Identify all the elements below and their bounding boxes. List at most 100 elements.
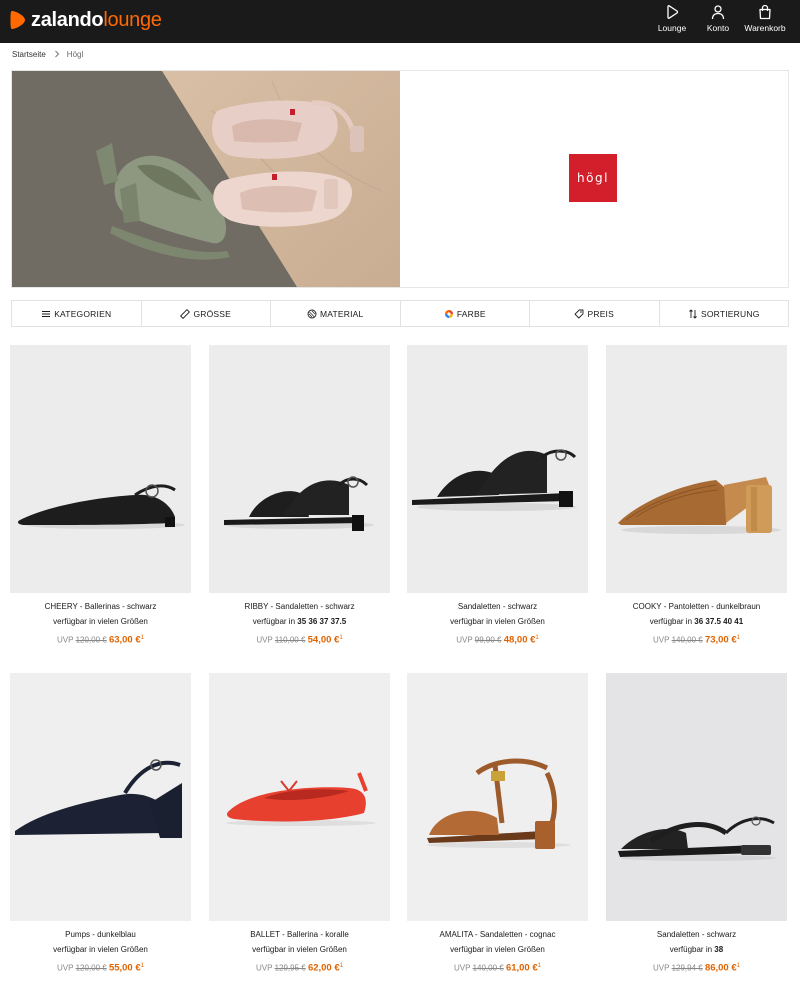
old-price: 129,95 € (274, 963, 306, 973)
filter-bar: KATEGORIEN GRÖSSE MATERIAL FARBE PREIS S… (11, 300, 789, 327)
product-availability: verfügbar in 35 36 37 37.5 (209, 616, 390, 627)
ballerina-slingback-illustration (17, 484, 185, 529)
zalando-lounge-logo[interactable]: zalando lounge (10, 8, 162, 32)
product-image[interactable] (209, 345, 390, 593)
price-footnote: 1 (140, 963, 144, 969)
sandal-illustration (412, 449, 577, 511)
sale-price: 86,00 € (704, 962, 737, 974)
sort-icon (689, 308, 697, 319)
old-price: 99,90 € (474, 635, 502, 645)
product-card[interactable]: COOKY - Pantoletten - dunkelbraun verfüg… (606, 345, 787, 646)
sale-price: 55,00 € (108, 962, 141, 974)
uvp-label: UVP (57, 635, 74, 645)
product-availability: verfügbar in vielen Größen (10, 616, 191, 627)
sale-price: 63,00 € (108, 634, 141, 646)
product-card[interactable]: Sandaletten - schwarz verfügbar in 38 UV… (606, 673, 787, 974)
price-footnote: 1 (140, 635, 144, 641)
play-icon (667, 5, 679, 19)
menu-icon (42, 310, 51, 317)
product-availability: verfügbar in 38 (606, 944, 787, 955)
product-card[interactable]: Sandaletten - schwarz verfügbar in viele… (407, 345, 588, 646)
brand-banner: högl (11, 70, 789, 288)
uvp-label: UVP (57, 963, 74, 973)
product-card[interactable]: Pumps - dunkelblau verfügbar in vielen G… (10, 673, 191, 974)
product-name: BALLET - Ballerina - koralle (250, 930, 349, 939)
product-name: Sandaletten - schwarz (656, 930, 737, 939)
old-price: 129,94 € (671, 963, 703, 973)
zalando-logo-icon (10, 11, 25, 29)
product-name: AMALITA - Sandaletten - cognac (439, 930, 556, 939)
product-price: UVP 110,00 € 54,00 €1 (209, 632, 390, 646)
filter-preis-label: PREIS (587, 308, 614, 319)
product-image[interactable] (606, 345, 787, 593)
product-image[interactable] (10, 345, 191, 593)
old-price: 140,00 € (472, 963, 504, 973)
cognac-sandal-illustration (427, 758, 571, 849)
product-price: UVP 99,90 € 48,00 €1 (407, 632, 588, 646)
product-name: Pumps - dunkelblau (65, 930, 136, 939)
user-icon (711, 5, 725, 20)
ruler-icon (180, 308, 191, 319)
nav-konto[interactable]: Konto (703, 4, 733, 33)
product-image[interactable] (10, 673, 191, 921)
filter-material[interactable]: MATERIAL (270, 301, 400, 326)
product-card[interactable]: RIBBY - Sandaletten - schwarz verfügbar … (209, 345, 390, 646)
material-icon (307, 309, 317, 318)
price-footnote: 1 (736, 963, 740, 969)
brand-logo-panel: högl (400, 71, 788, 287)
available-sizes: 38 (714, 945, 724, 954)
product-price: UVP 129,95 € 62,00 €1 (209, 960, 390, 974)
filter-sortierung[interactable]: SORTIERUNG (658, 301, 789, 326)
product-card[interactable]: BALLET - Ballerina - koralle verfügbar i… (209, 673, 390, 974)
filter-kategorien-label: KATEGORIEN (54, 308, 112, 319)
filter-farbe[interactable]: FARBE (399, 301, 530, 326)
banner-shoes-photo (12, 71, 400, 287)
filter-preis[interactable]: PREIS (529, 301, 659, 326)
black-flat-sandal-illustration (618, 816, 776, 861)
product-name: CHEERY - Ballerinas - schwarz (44, 602, 157, 611)
product-availability: verfügbar in vielen Größen (10, 944, 191, 955)
hoegl-brand-logo[interactable]: högl (569, 154, 617, 202)
sale-price: 54,00 € (307, 634, 340, 646)
product-card[interactable]: CHEERY - Ballerinas - schwarz verfügbar … (10, 345, 191, 646)
product-name: RIBBY - Sandaletten - schwarz (244, 602, 355, 611)
filter-groesse[interactable]: GRÖSSE (140, 301, 271, 326)
product-image[interactable] (407, 673, 588, 921)
product-price: UVP 120,00 € 55,00 €1 (10, 960, 191, 974)
old-price: 120,00 € (75, 635, 107, 645)
product-price: UVP 120,00 € 63,00 €1 (10, 632, 191, 646)
price-footnote: 1 (537, 963, 541, 969)
availability-text: verfügbar in vielen Größen (53, 945, 148, 954)
product-image[interactable] (209, 673, 390, 921)
nav-lounge[interactable]: Lounge (655, 4, 689, 33)
product-image[interactable] (407, 345, 588, 593)
product-card[interactable]: AMALITA - Sandaletten - cognac verfügbar… (407, 673, 588, 974)
available-sizes: 36 37.5 40 41 (694, 617, 744, 626)
coral-ballerina-illustration (226, 772, 376, 826)
availability-text: verfügbar in (649, 617, 693, 626)
uvp-label: UVP (256, 635, 273, 645)
chevron-right-icon (54, 50, 60, 58)
product-availability: verfügbar in vielen Größen (407, 944, 588, 955)
uvp-label: UVP (454, 963, 471, 973)
breadcrumb: Startseite Högl (12, 48, 83, 60)
uvp-label: UVP (256, 963, 273, 973)
product-price: UVP 140,00 € 73,00 €1 (606, 632, 787, 646)
sale-price: 48,00 € (503, 634, 536, 646)
bag-icon (759, 4, 771, 20)
product-image[interactable] (606, 673, 787, 921)
sandal-illustration (224, 476, 374, 531)
uvp-label: UVP (653, 635, 670, 645)
banner-photo-illustration (12, 71, 400, 287)
brand-logo-text: högl (577, 171, 609, 185)
breadcrumb-home-link[interactable]: Startseite (12, 50, 46, 59)
woven-mule-illustration (618, 477, 781, 534)
filter-kategorien[interactable]: KATEGORIEN (12, 301, 141, 326)
availability-text: verfügbar in (252, 617, 296, 626)
availability-text: verfügbar in vielen Größen (450, 617, 545, 626)
nav-warenkorb[interactable]: Warenkorb (742, 4, 788, 33)
old-price: 120,00 € (75, 963, 107, 973)
sale-price: 62,00 € (307, 962, 340, 974)
product-price: UVP 140,00 € 61,00 €1 (407, 960, 588, 974)
nav-warenkorb-label: Warenkorb (744, 23, 786, 33)
